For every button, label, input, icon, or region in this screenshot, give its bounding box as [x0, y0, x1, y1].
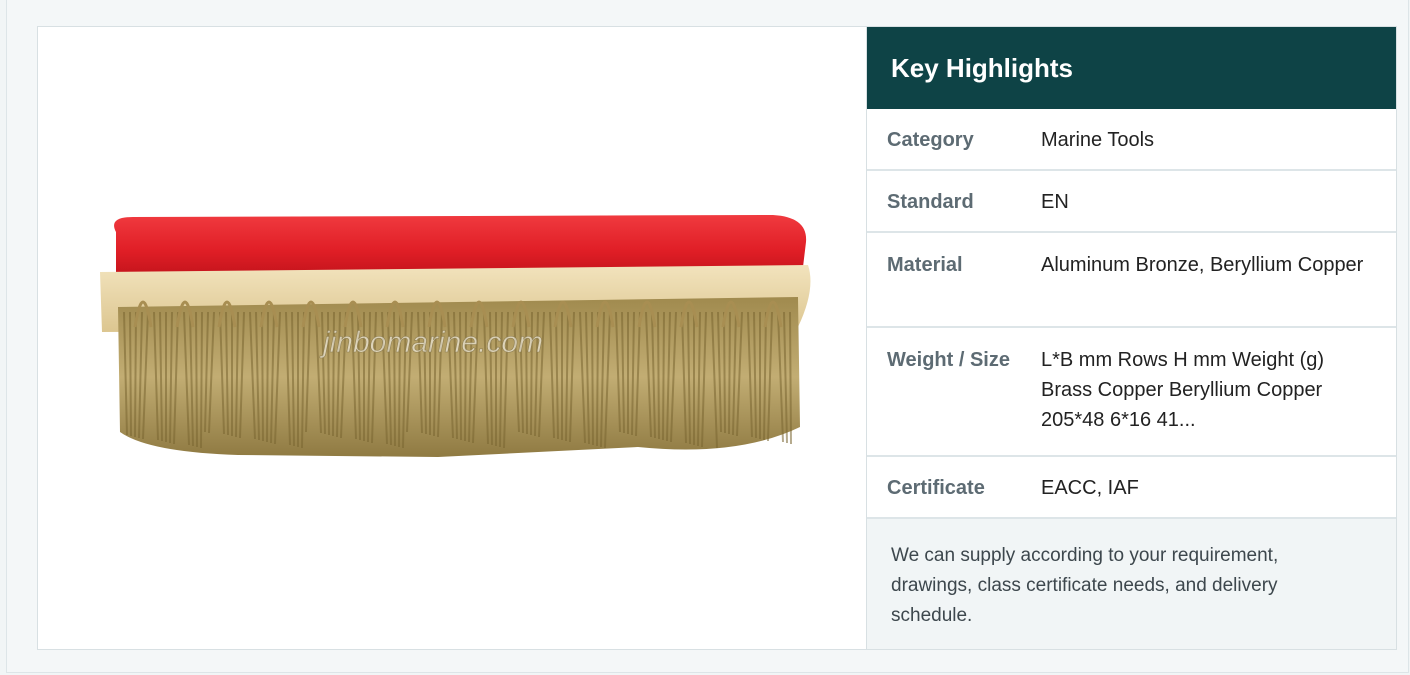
- spec-row-material: Material Aluminum Bronze, Beryllium Copp…: [867, 232, 1396, 327]
- spec-label: Certificate: [887, 477, 985, 499]
- brass-brush-illustration: jinbomarine.com: [100, 215, 811, 457]
- spec-value: Marine Tools: [1041, 129, 1155, 151]
- bristle-strand: [596, 311, 599, 447]
- product-image[interactable]: jinbomarine.com: [38, 27, 867, 649]
- spec-row-weight-size: Weight / Size L*B mm Rows H mm Weight (g…: [867, 327, 1396, 456]
- spec-value: EACC, IAF: [1041, 477, 1139, 499]
- bristle-strand: [134, 311, 137, 438]
- spec-label: Weight / Size: [887, 349, 1010, 371]
- spec-value: Aluminum Bronze, Beryllium Copper: [1041, 254, 1364, 276]
- bristle-strand: [200, 311, 203, 449]
- spec-row-category: Category Marine Tools: [867, 109, 1396, 170]
- bristle-strand: [129, 311, 132, 437]
- page-frame: jinbomarine.com Key Highlights Category …: [6, 0, 1409, 673]
- spec-row-certificate: Certificate EACC, IAF: [867, 456, 1396, 518]
- bristle-strand: [195, 311, 198, 448]
- bristle-strand: [657, 311, 660, 440]
- spec-label: Category: [887, 129, 974, 151]
- bristle-strand: [723, 311, 726, 434]
- watermark-text: jinbomarine.com: [319, 326, 543, 359]
- bristle-strand: [728, 311, 731, 435]
- bristle-strand: [261, 311, 264, 442]
- spec-label: Standard: [887, 191, 974, 213]
- bristle-strand: [789, 311, 792, 445]
- bristle-strand: [266, 311, 269, 443]
- spec-value: EN: [1041, 191, 1069, 213]
- key-highlights-title: Key Highlights: [867, 27, 1396, 109]
- product-card: jinbomarine.com Key Highlights Category …: [37, 26, 1397, 650]
- bristle-strand: [591, 311, 594, 446]
- supply-note: We can supply according to your requirem…: [867, 519, 1396, 649]
- spec-label: Material: [887, 254, 963, 276]
- key-highlights-panel: Key Highlights Category Marine Tools Sta…: [867, 27, 1396, 649]
- spec-value: L*B mm Rows H mm Weight (g) Brass Copper…: [1041, 349, 1325, 431]
- spec-table: Category Marine Tools Standard EN Materi…: [867, 109, 1396, 519]
- bristle-strand: [662, 311, 665, 441]
- handle-top: [114, 215, 807, 275]
- spec-row-standard: Standard EN: [867, 170, 1396, 232]
